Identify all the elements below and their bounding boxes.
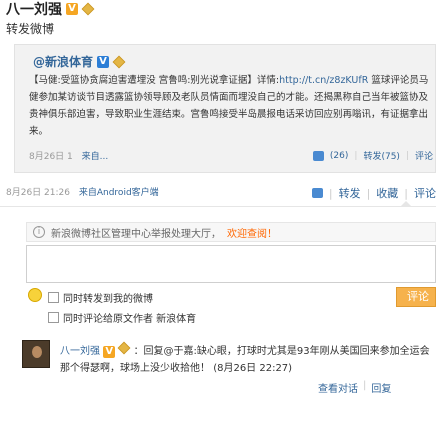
reply-item: 八一刘强 V ：回复@于嘉:缺心眼，打球时尤其是93年刚从美国回来参加全运会那个… [22,340,436,410]
reply-link[interactable]: 回复 [371,380,391,395]
origin-text-prefix: 【马健:受篮协贪腐迫害遭埋没 宫鲁鸣:别光说拿证据】详情: [29,75,280,86]
origin-actions: (26) | 转发(75) | 评论 [312,149,433,162]
info-icon: i [33,226,45,238]
verified-v-icon: V [66,3,78,15]
origin-author-name[interactable]: @新浪体育 [33,53,93,70]
origin-comment-link[interactable]: 评论 [415,149,433,162]
checkbox[interactable] [48,292,59,303]
post-author-row: 八一刘强 V [6,0,95,19]
gem-badge-icon [112,55,126,68]
original-post-box: @新浪体育 V 【马健:受篮协贪腐迫害遭埋没 宫鲁鸣:别光说拿证据】详情:htt… [14,44,436,173]
emoji-icon[interactable] [28,288,42,302]
comment-button[interactable]: 评论 [396,287,436,307]
view-conversation-link[interactable]: 查看对话 [318,380,358,395]
reply-actions: 查看对话 | 回复 [318,380,391,395]
divider: | [404,186,408,200]
notice-bar: i 新浪微博社区管理中心举报处理大厅， 欢迎查阅！ [26,222,436,242]
option-comment-to-origin[interactable]: 同时评论给原文作者 新浪体育 [48,310,196,325]
origin-date[interactable]: 8月26日 1 [29,152,73,162]
divider: | [363,380,367,391]
origin-author-row: @新浪体育 V [33,53,126,70]
divider: | [405,150,409,161]
like-icon[interactable] [311,188,323,198]
reply-body: 八一刘强 V ：回复@于嘉:缺心眼，打球时尤其是93年刚从美国回来参加全运会那个… [60,341,436,377]
notice-link[interactable]: 欢迎查阅！ [227,225,277,240]
gem-badge-icon [81,2,95,16]
notice-text: 新浪微博社区管理中心举报处理大厅， [51,228,221,240]
repost-text: 转发微博 [6,22,55,36]
origin-text: 【马健:受篮协贪腐迫害遭埋没 宫鲁鸣:别光说拿证据】详情:http://t.cn… [29,72,433,140]
reply-author[interactable]: 八一刘强 [60,346,100,357]
like-icon[interactable] [312,150,324,161]
avatar[interactable] [22,340,50,368]
origin-repost-link[interactable]: 转发(75) [363,149,399,162]
feed-meta: 8月26日 21:26 来自Android客户端 | 转发 | 收藏 | 评论 [6,185,436,201]
comment-input[interactable] [26,245,436,283]
verified-v-icon: V [97,55,110,68]
divider: | [354,150,358,161]
feed-actions: | 转发 | 收藏 | 评论 [311,185,436,201]
reply-time: (8月26日 22:27) [213,363,293,374]
comment-arrow-icon [400,201,412,207]
option-label: 同时转发到我的微博 [63,294,153,305]
feed-comment-link[interactable]: 评论 [414,185,436,201]
checkbox[interactable] [48,312,59,323]
origin-meta: 8月26日 1 来自... (26) | 转发(75) | 评论 [29,149,433,163]
divider: | [328,186,333,200]
origin-like-count[interactable]: (26) [330,151,348,161]
feed-collect-link[interactable]: 收藏 [376,185,398,201]
verified-v-icon: V [103,346,116,358]
option-label: 同时评论给原文作者 新浪体育 [63,314,197,325]
option-repost-to-mine[interactable]: 同时转发到我的微博 [48,290,153,305]
gem-badge-icon [118,341,131,355]
feed-source[interactable]: 来自Android客户端 [79,188,159,198]
divider: | [366,186,371,200]
origin-link[interactable]: http://t.cn/z8zKUfR [279,75,368,86]
feed-repost-link[interactable]: 转发 [339,185,361,201]
origin-source[interactable]: 来自... [82,152,109,162]
comment-divider [0,206,436,207]
post-author-name[interactable]: 八一刘强 [6,0,62,19]
feed-date[interactable]: 8月26日 21:26 [6,188,70,198]
